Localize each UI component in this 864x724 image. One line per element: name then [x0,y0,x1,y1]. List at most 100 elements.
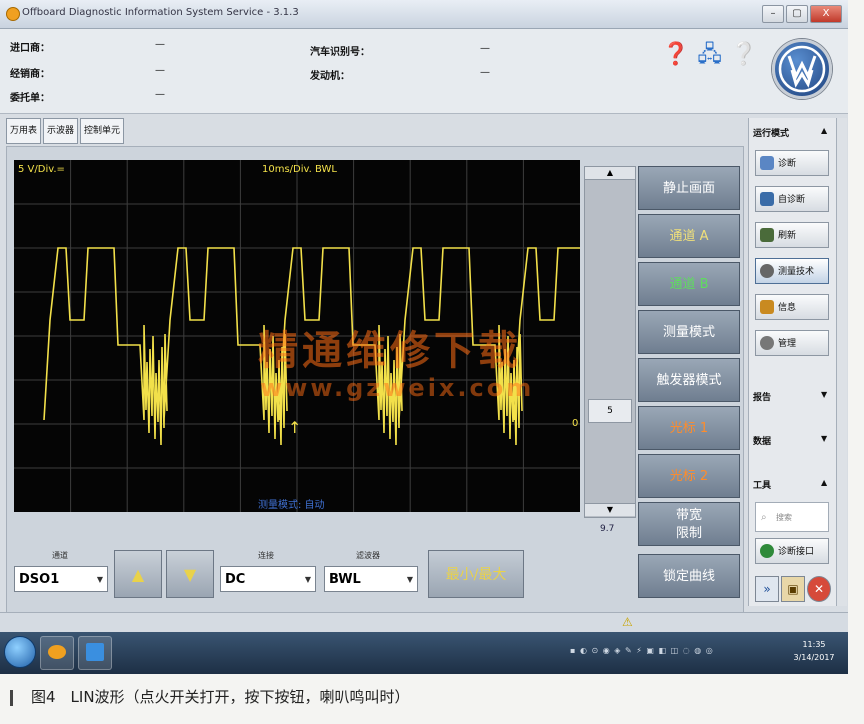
sidebar-item-diagnosis[interactable]: 诊断 [755,150,829,176]
sidebar-item-admin[interactable]: 管理 [755,330,829,356]
sidebar-item-flash[interactable]: 刷新 [755,222,829,248]
reports-header[interactable]: 报告 ▼ [753,390,827,403]
measure-mode-label: 测量模式: 自动 [258,500,325,511]
search-placeholder: 搜索 [776,513,792,522]
reports-label: 报告 [753,393,772,403]
trigger-mode-button[interactable]: 触发器模式 [638,358,740,402]
sidebar-item-self-diagnosis[interactable]: 自诊断 [755,186,829,212]
channel-down-button[interactable]: ▼ [166,550,214,598]
sidebar-item-label: 测量技术 [778,267,815,277]
start-button[interactable] [4,636,36,668]
channel-up-button[interactable]: ▲ [114,550,162,598]
help-person-icon[interactable]: ❓ [662,43,689,67]
vehicle-info-header: 进口商： — 经销商： — 委托单： — 汽车识别号： — 发动机： — ❓ 🖧… [0,29,848,114]
watermark-text: 精通维修下载 [258,328,522,374]
self-diagnosis-icon [760,192,774,206]
chevron-down-icon: ▼ [821,434,828,443]
scroll-down-button[interactable]: ▼ [585,503,635,516]
cursor-1-button[interactable]: 光标 1 [638,406,740,450]
sidebar-item-label: 信息 [778,303,797,313]
taskbar-clock[interactable]: 11:35 3/14/2017 [786,638,842,664]
network-icon[interactable]: 🖧 [697,43,722,67]
coupling-select[interactable]: DC ▼ [220,566,316,592]
sidebar-item-label: 诊断 [778,159,797,169]
expand-button[interactable]: » [755,576,779,602]
vw-logo [772,39,832,99]
sidebar-item-measurement[interactable]: 测量技术 [755,258,829,284]
odis-taskbar-icon[interactable] [40,636,74,670]
order-label: 委托单： [10,93,50,104]
sidebar-item-label: 刷新 [778,231,797,241]
exit-button[interactable]: ✕ [807,576,831,602]
maximize-button[interactable]: ▢ [786,5,808,23]
voltage-offset-scrollbar[interactable]: ▲ 5 ▼ [584,166,636,518]
channel-select[interactable]: DSO1 ▼ [14,566,108,592]
tab-multimeter[interactable]: 万用表 [6,118,42,144]
data-label: 数据 [753,437,772,447]
freeze-screen-button[interactable]: 静止画面 [638,166,740,210]
clock-time: 11:35 [802,640,826,649]
zero-level-marker: 0 [572,418,579,429]
vin-value: — [480,43,490,54]
warning-icon[interactable]: ⚠ [622,615,633,629]
filter-select-value: BWL [329,572,361,587]
window-title: Offboard Diagnostic Information System S… [22,7,299,18]
dealer-value: — [155,65,165,76]
interface-icon [760,544,774,558]
channel-b-button[interactable]: 通道 B [638,262,740,306]
scroll-thumb[interactable]: 5 [588,399,632,423]
data-header[interactable]: 数据 ▼ [753,434,827,447]
trigger-marker-icon[interactable]: ↑ [288,418,301,437]
help-icon[interactable]: ❔ [730,43,757,67]
coupling-select-value: DC [225,572,246,587]
scroll-up-button[interactable]: ▲ [585,167,635,180]
coupling-select-label: 连接 [258,551,274,560]
engine-value: — [480,67,490,78]
sidebar-item-info[interactable]: 信息 [755,294,829,320]
tools-label: 工具 [753,481,772,491]
app-icon [6,7,20,21]
search-input[interactable]: ⌕ 搜索 [755,502,829,532]
operation-mode-header[interactable]: 运行模式 ▲ [753,126,827,139]
sidebar-scrollbar[interactable] [836,118,847,606]
measure-mode-button[interactable]: 测量模式 [638,310,740,354]
cursor-2-button[interactable]: 光标 2 [638,454,740,498]
sidebar-item-label: 自诊断 [778,195,806,205]
minimize-button[interactable]: – [762,5,784,23]
channel-a-button[interactable]: 通道 A [638,214,740,258]
caption-text: 图4 LIN波形（点火开关打开，按下按钮，喇叭鸣叫时） [31,688,410,706]
tools-header[interactable]: 工具 ▲ [753,478,827,491]
bandwidth-limit-button[interactable]: 带宽 限制 [638,502,740,546]
diagnosis-icon [760,156,774,170]
figure-caption: 图4 LIN波形（点火开关打开，按下按钮，喇叭鸣叫时） [10,686,850,707]
operation-mode-label: 运行模式 [753,129,790,139]
tab-control-unit[interactable]: 控制单元 [80,118,125,144]
restore-button[interactable]: ▣ [781,576,805,602]
vin-label: 汽车识别号： [310,47,370,58]
sidebar: 运行模式 ▲ 诊断 自诊断 刷新 测量技术 信息 管理 报告 ▼ 数据 ▼ 工具… [748,118,837,606]
close-button[interactable]: X [810,5,842,23]
system-tray[interactable]: ▪ ◐ ⊙ ◉ ◈ ✎ ⚡ ▣ ◧ ◫ ◌ ◍ ◎ [570,646,714,655]
gauge-icon [760,264,774,278]
search-icon: ⌕ [761,512,767,523]
browser-taskbar-icon[interactable] [78,636,112,670]
importer-label: 进口商： [10,43,50,54]
chevron-up-icon: ▲ [821,126,828,135]
channel-select-value: DSO1 [19,572,60,587]
diagnostic-interface-label: 诊断接口 [778,547,815,557]
dealer-label: 经销商： [10,69,50,80]
voltage-scale-label: 5 V/Div.= [18,164,65,175]
filter-select[interactable]: BWL ▼ [324,566,418,592]
chevron-down-icon: ▼ [304,575,311,584]
channel-select-label: 通道 [52,551,68,560]
chevron-up-icon: ▲ [821,478,828,487]
tab-oscilloscope[interactable]: 示波器 [43,118,79,144]
chevron-down-icon: ▼ [821,390,828,399]
filter-select-label: 滤波器 [356,551,380,560]
diagnostic-interface-button[interactable]: 诊断接口 [755,538,829,564]
lock-curve-button[interactable]: 锁定曲线 [638,554,740,598]
min-max-button[interactable]: 最小/最大 [428,550,524,598]
status-bar: ⚠ [0,612,848,633]
windows-taskbar: ▪ ◐ ⊙ ◉ ◈ ✎ ⚡ ▣ ◧ ◫ ◌ ◍ ◎ 11:35 3/14/201… [0,632,848,674]
sidebar-item-label: 管理 [778,339,797,349]
